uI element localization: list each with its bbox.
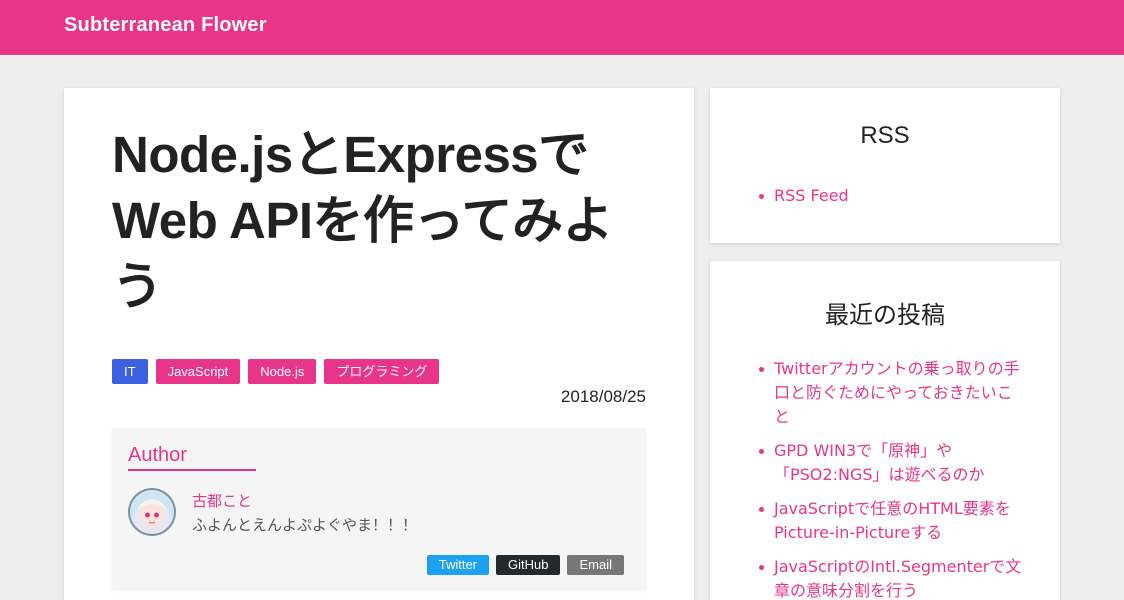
recent-post-link[interactable]: JavaScriptのIntl.Segmenterで文章の意味分割を行う	[758, 555, 1028, 600]
recent-posts-widget: 最近の投稿 Twitterアカウントの乗っ取りの手口と防ぐためにやっておきたいこ…	[710, 261, 1060, 600]
recent-post-title: JavaScriptで任意のHTML要素をPicture-in-Pictureす…	[774, 499, 1011, 542]
author-box: Author 古都こと ふよんとえんよぷよぐやま！！！ Twitter GitH…	[112, 428, 646, 590]
rss-list: RSS Feed	[758, 184, 1028, 218]
site-header: Subterranean Flower	[0, 0, 1124, 55]
article-title: Node.jsとExpressでWeb APIを作ってみよう	[112, 126, 613, 315]
email-button[interactable]: Email	[567, 555, 624, 575]
recent-post-title: Twitterアカウントの乗っ取りの手口と防ぐためにやっておきたいこと	[774, 359, 1020, 426]
rss-widget-title: RSS	[860, 122, 910, 149]
author-name-link[interactable]: 古都こと	[192, 490, 252, 511]
twitter-button[interactable]: Twitter	[426, 555, 490, 575]
recent-posts-list: Twitterアカウントの乗っ取りの手口と防ぐためにやっておきたいこと GPD …	[758, 357, 1028, 600]
recent-post-link[interactable]: JavaScriptで任意のHTML要素をPicture-in-Pictureす…	[758, 497, 1028, 545]
author-heading: Author	[128, 444, 256, 471]
tag-programming[interactable]: プログラミング	[324, 359, 440, 384]
rss-feed-label: RSS Feed	[774, 186, 849, 205]
recent-post-link[interactable]: GPD WIN3で「原神」や「PSO2:NGS」は遊べるのか	[758, 439, 1028, 487]
post-date: 2018/08/25	[560, 387, 646, 406]
author-social-links: Twitter GitHub Email	[426, 555, 624, 575]
recent-posts-title: 最近の投稿	[825, 302, 945, 329]
recent-post-link[interactable]: Twitterアカウントの乗っ取りの手口と防ぐためにやっておきたいこと	[758, 357, 1028, 429]
tag-nodejs[interactable]: Node.js	[248, 359, 317, 384]
author-description: ふよんとえんよぷよぐやま！！！	[192, 516, 418, 534]
tag-list: IT JavaScript Node.js プログラミング	[112, 359, 440, 384]
author-avatar	[128, 488, 176, 536]
recent-post-title: GPD WIN3で「原神」や「PSO2:NGS」は遊べるのか	[774, 441, 985, 484]
rss-feed-link[interactable]: RSS Feed	[758, 184, 1028, 208]
rss-widget: RSS RSS Feed	[710, 88, 1060, 243]
github-button[interactable]: GitHub	[496, 555, 561, 575]
recent-post-title: JavaScriptのIntl.Segmenterで文章の意味分割を行う	[774, 557, 1022, 600]
tag-javascript[interactable]: JavaScript	[155, 359, 241, 384]
tag-it[interactable]: IT	[112, 359, 148, 384]
site-title-link[interactable]: Subterranean Flower	[64, 14, 267, 37]
article-card: Node.jsとExpressでWeb APIを作ってみよう IT JavaSc…	[64, 88, 694, 600]
